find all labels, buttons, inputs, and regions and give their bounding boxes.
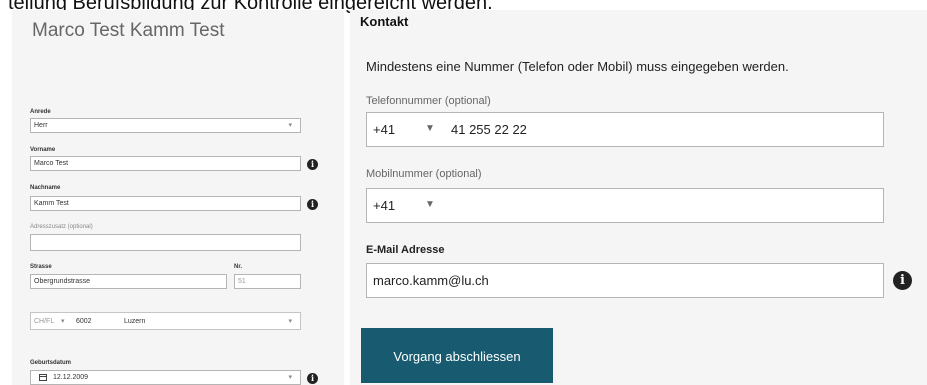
chevron-down-icon[interactable]: ▾ (288, 374, 292, 382)
contact-note: Mindestens eine Nummer (Telefon oder Mob… (366, 59, 789, 74)
ort-field[interactable]: Luzern (124, 318, 145, 326)
contact-panel: Kontakt Mindestens eine Nummer (Telefon … (350, 10, 927, 385)
nachname-label: Nachname (30, 185, 61, 191)
anrede-label: Anrede (30, 109, 51, 115)
info-icon[interactable]: i (307, 199, 318, 210)
chevron-down-icon: ▾ (288, 122, 292, 129)
telefon-value: 41 255 22 22 (451, 122, 527, 137)
info-icon[interactable]: i (893, 271, 912, 290)
vorname-label: Vorname (30, 147, 56, 153)
nachname-field[interactable]: Kamm Test (30, 196, 301, 211)
address-locality-row: CH/FL ▾ 6002 Luzern ▾ (30, 312, 301, 330)
info-icon[interactable]: i (307, 373, 318, 384)
adresszusatz-field[interactable] (30, 234, 301, 251)
geburtsdatum-value: 12.12.2009 (53, 374, 89, 381)
telefon-prefix-select[interactable]: +41 (373, 122, 395, 137)
submit-button[interactable]: Vorgang abschliessen (361, 328, 553, 383)
geburtsdatum-field[interactable]: 12.12.2009 ▾ (30, 370, 301, 385)
email-field[interactable]: marco.kamm@lu.ch (366, 263, 884, 298)
nr-field[interactable]: 51 (234, 274, 301, 289)
mobil-label: Mobilnummer (optional) (366, 168, 482, 180)
mobil-field[interactable]: +41 ▼ (366, 188, 884, 223)
geburtsdatum-label: Geburtsdatum (30, 360, 72, 366)
vorname-field[interactable]: Marco Test (30, 156, 301, 171)
personal-data-panel: Marco Test Kamm Test Anrede Herr ▾ Vorna… (12, 10, 344, 385)
country-select[interactable]: CH/FL (34, 318, 54, 326)
chevron-down-icon[interactable]: ▾ (288, 318, 292, 326)
info-icon[interactable]: i (307, 159, 318, 170)
nr-label: Nr. (234, 264, 243, 270)
anrede-select[interactable]: Herr ▾ (30, 118, 301, 133)
strasse-label: Strasse (30, 264, 52, 270)
chevron-down-icon[interactable]: ▼ (425, 123, 435, 134)
telefon-field[interactable]: +41 ▼ 41 255 22 22 (366, 112, 884, 147)
chevron-down-icon[interactable]: ▾ (61, 318, 65, 326)
plz-field[interactable]: 6002 (76, 318, 92, 326)
chevron-down-icon[interactable]: ▼ (425, 199, 435, 210)
adresszusatz-label: Adresszusatz (optional) (30, 224, 93, 230)
telefon-label: Telefonnummer (optional) (366, 95, 491, 107)
strasse-field[interactable]: Obergrundstrasse (30, 274, 227, 289)
email-label: E-Mail Adresse (366, 244, 445, 256)
mobil-prefix-select[interactable]: +41 (373, 198, 395, 213)
anrede-value: Herr (34, 122, 48, 129)
email-value: marco.kamm@lu.ch (373, 273, 489, 288)
contact-title: Kontakt (360, 14, 409, 29)
calendar-icon[interactable] (39, 374, 47, 381)
person-name-title: Marco Test Kamm Test (32, 20, 225, 41)
